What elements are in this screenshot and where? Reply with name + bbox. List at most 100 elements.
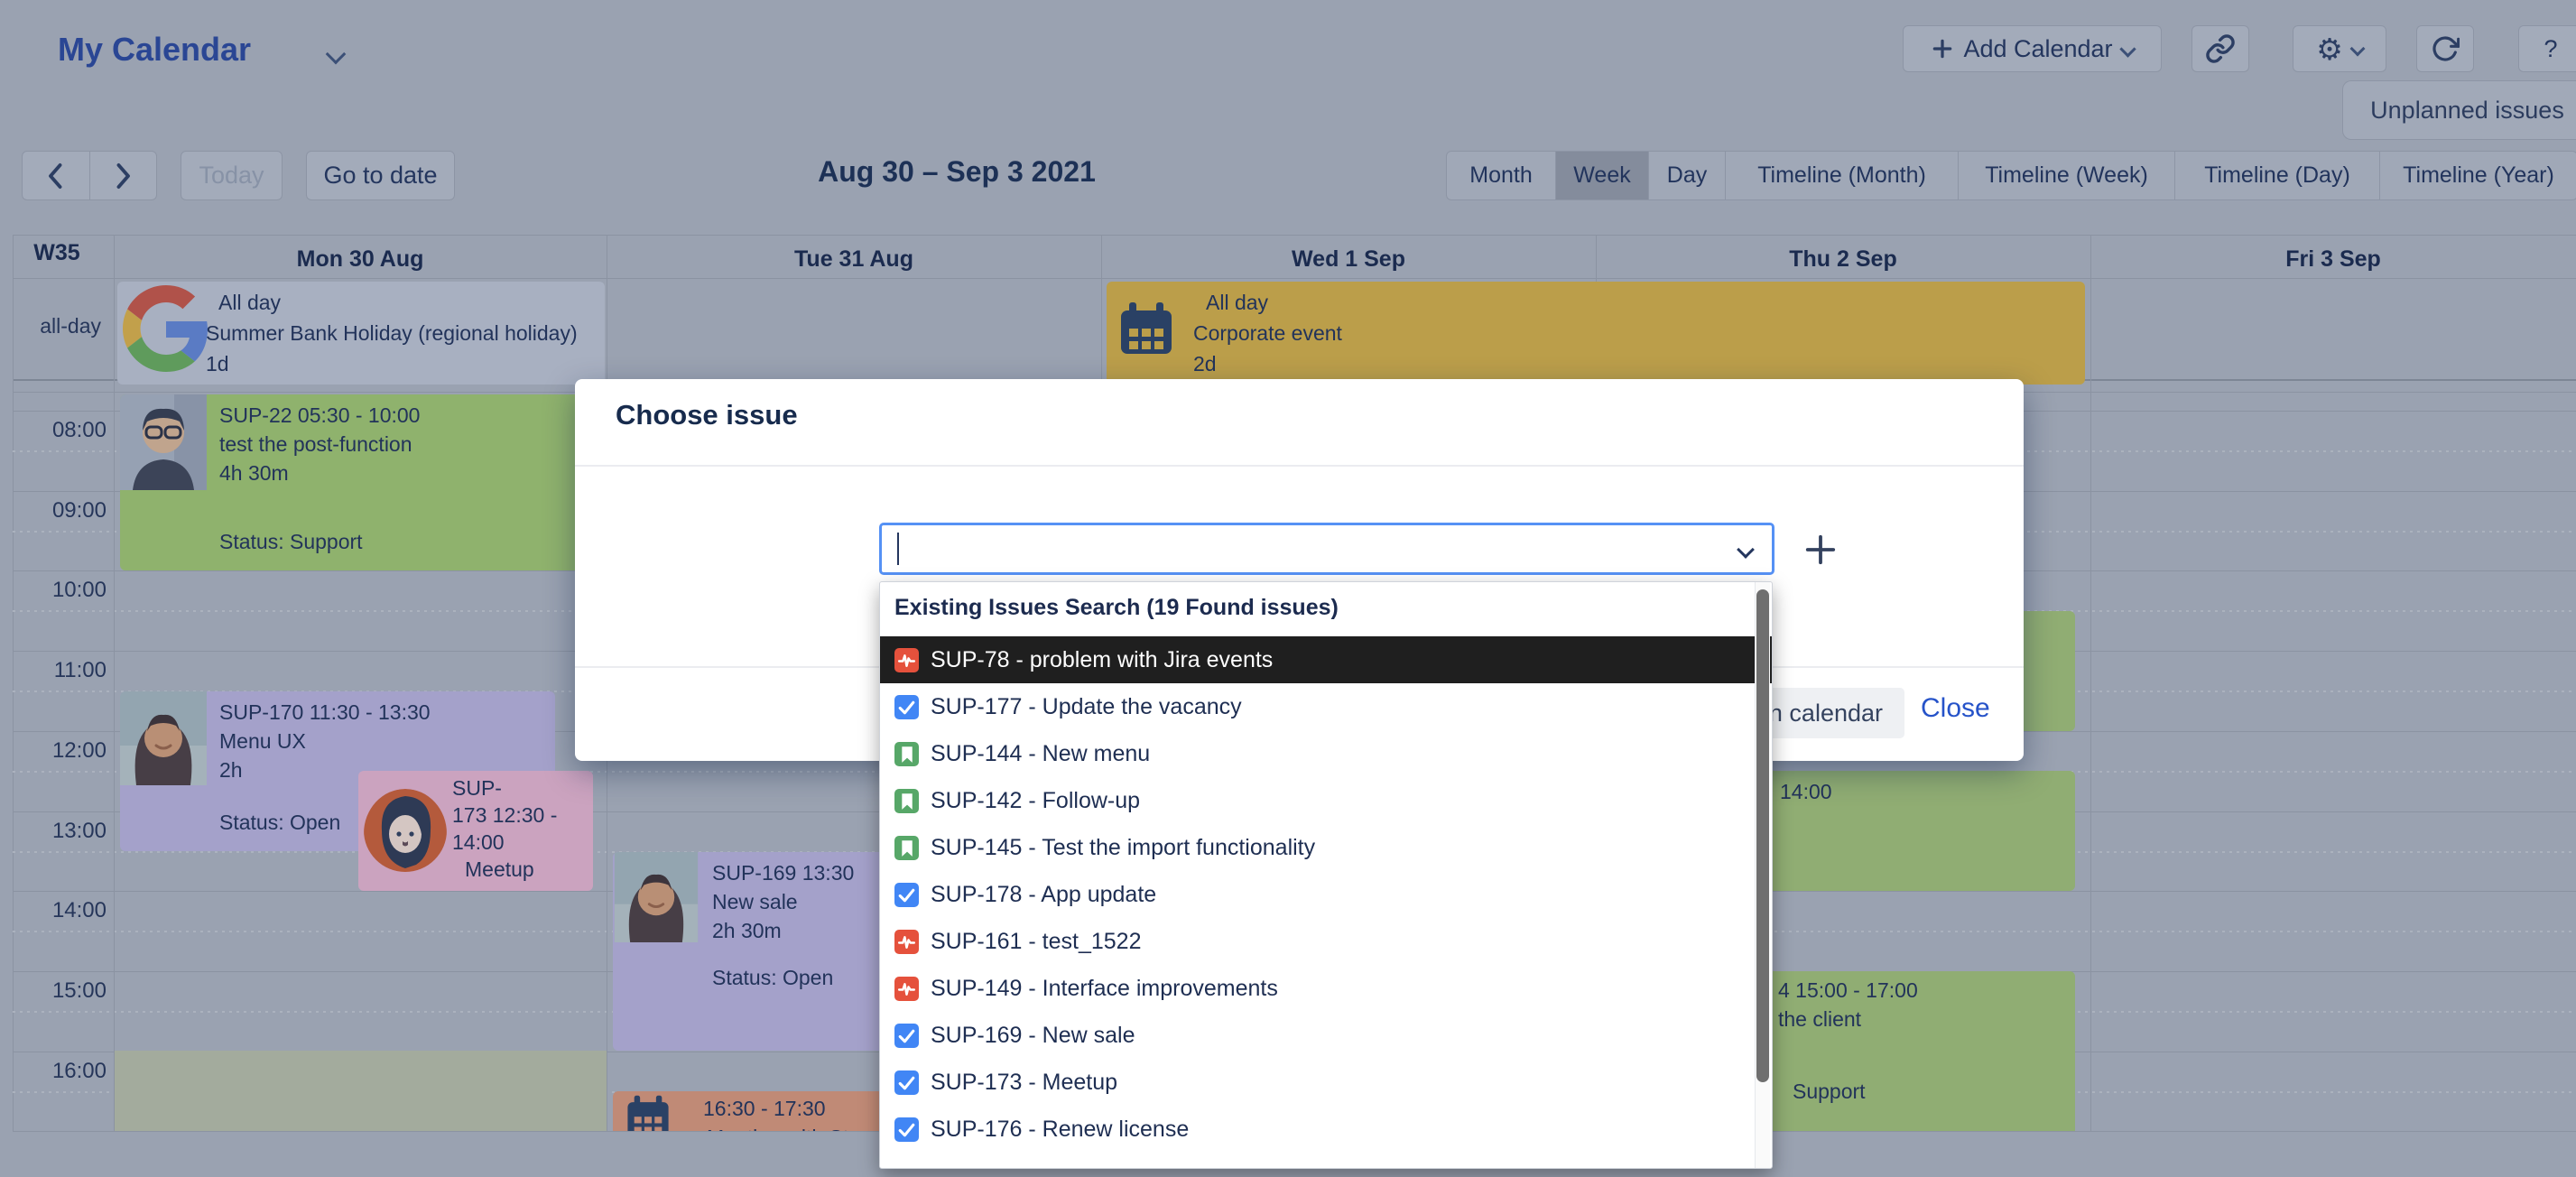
- unplanned-issues-tab[interactable]: Unplanned issues: [2342, 80, 2576, 140]
- event-allday-label: All day: [1206, 289, 1268, 316]
- issue-option-sup-169[interactable]: SUP-169 - New sale: [880, 1012, 1773, 1059]
- task-type-icon: [894, 1024, 919, 1048]
- task-type-icon: [894, 695, 919, 719]
- event-duration: 1d: [206, 350, 229, 377]
- gear-icon: ⚙: [2316, 34, 2343, 64]
- dialog-title: Choose issue: [616, 399, 798, 431]
- avatar-man-photo: [120, 394, 207, 496]
- incident-type-icon: [894, 930, 919, 954]
- story-type-icon: [894, 789, 919, 813]
- issue-option-sup-78[interactable]: SUP-78 - problem with Jira events: [880, 636, 1773, 683]
- add-calendar-button[interactable]: Add Calendar: [1903, 25, 2162, 72]
- time-label: 08:00: [0, 418, 107, 443]
- scrollbar-thumb[interactable]: [1756, 589, 1769, 1082]
- settings-button[interactable]: ⚙: [2293, 25, 2386, 72]
- issue-option-partial[interactable]: [880, 1163, 1773, 1169]
- week-number: W35: [0, 240, 114, 266]
- issue-option-sup-173[interactable]: SUP-173 - Meetup: [880, 1059, 1773, 1106]
- chevron-right-icon: [113, 162, 133, 190]
- add-issue-row-button[interactable]: [1803, 533, 1838, 567]
- next-button[interactable]: [89, 151, 158, 200]
- event-status: Status: Open: [219, 809, 340, 836]
- close-button[interactable]: Close: [1921, 693, 1990, 724]
- my-calendar-app: My Calendar Add Calendar ⚙ ? Unplanned i…: [0, 0, 2576, 1177]
- prev-next-group: [22, 151, 157, 200]
- issue-option-sup-145[interactable]: SUP-145 - Test the import functionality: [880, 824, 1773, 871]
- tab-week[interactable]: Week: [1555, 152, 1648, 199]
- refresh-button[interactable]: [2416, 25, 2474, 72]
- help-icon: ?: [2544, 35, 2557, 63]
- issue-option-label: SUP-144 - New menu: [931, 741, 1150, 767]
- day-header: Tue 31 Aug: [607, 240, 1101, 278]
- time-label: 16:00: [0, 1059, 107, 1084]
- event-time: 4 15:00 - 17:00: [1778, 977, 1918, 1004]
- calendar-icon: [1117, 301, 1175, 364]
- event-time-end: 14:00: [452, 829, 505, 856]
- dropdown-header: Existing Issues Search (19 Found issues): [894, 595, 1339, 621]
- avatar-woman-cartoon: [364, 789, 447, 878]
- issue-option-sup-161[interactable]: SUP-161 - test_1522: [880, 918, 1773, 965]
- day-header: Fri 3 Sep: [2090, 240, 2576, 278]
- incident-type-icon: [894, 648, 919, 672]
- issue-option-sup-149[interactable]: SUP-149 - Interface improvements: [880, 965, 1773, 1012]
- share-link-button[interactable]: [2191, 25, 2249, 72]
- tab-month[interactable]: Month: [1447, 152, 1555, 199]
- grid-top-border: [13, 235, 2576, 236]
- task-type-icon: [894, 883, 919, 907]
- time-label: 09:00: [0, 498, 107, 524]
- event-title: SUP-169 13:30: [712, 859, 854, 886]
- event-duration: 4h 30m: [219, 459, 289, 487]
- issue-option-sup-144[interactable]: SUP-144 - New menu: [880, 730, 1773, 777]
- tab-timeline-month[interactable]: Timeline (Month): [1725, 152, 1958, 199]
- chevron-down-icon: [2119, 41, 2136, 57]
- issue-option-sup-176[interactable]: SUP-176 - Renew license: [880, 1106, 1773, 1153]
- date-range-title: Aug 30 – Sep 3 2021: [722, 155, 1191, 189]
- event-time: 14:00: [1780, 778, 1832, 805]
- story-type-icon: [894, 742, 919, 766]
- event-sup-173[interactable]: SUP- 173 12:30 - 14:00 Meetup: [358, 771, 593, 891]
- issue-option-label: SUP-173 - Meetup: [931, 1070, 1117, 1096]
- tab-timeline-day[interactable]: Timeline (Day): [2174, 152, 2379, 199]
- tab-timeline-year[interactable]: Timeline (Year): [2379, 152, 2576, 199]
- issue-option-sup-142[interactable]: SUP-142 - Follow-up: [880, 777, 1773, 824]
- event-title: Summer Bank Holiday (regional holiday): [206, 320, 578, 347]
- issues-select[interactable]: [879, 523, 1774, 575]
- plus-icon: [1931, 37, 1954, 60]
- event-summer-bank-holiday[interactable]: All day Summer Bank Holiday (regional ho…: [117, 282, 605, 385]
- incident-type-icon: [894, 977, 919, 1001]
- tab-timeline-week[interactable]: Timeline (Week): [1958, 152, 2174, 199]
- column-border: [2090, 235, 2091, 1131]
- time-label: 13:00: [0, 819, 107, 844]
- issue-option-label: SUP-177 - Update the vacancy: [931, 694, 1242, 720]
- issue-option-sup-178[interactable]: SUP-178 - App update: [880, 871, 1773, 918]
- go-to-date-button[interactable]: Go to date: [306, 151, 455, 200]
- calendar-title-chevron-icon[interactable]: [329, 47, 343, 66]
- event-title: SUP-170 11:30 - 13:30: [219, 699, 431, 726]
- select-caret-icon: [1737, 541, 1755, 559]
- task-type-icon: [894, 1117, 919, 1142]
- help-button[interactable]: ?: [2518, 25, 2576, 72]
- time-label: 10:00: [0, 578, 107, 603]
- business-hours-shading: [115, 1051, 607, 1131]
- issue-option-label: SUP-78 - problem with Jira events: [931, 647, 1273, 673]
- allday-row-label: all-day: [0, 314, 101, 338]
- calendar-icon: [622, 1095, 674, 1131]
- issue-option-sup-177[interactable]: SUP-177 - Update the vacancy: [880, 683, 1773, 730]
- header-bottom-border: [13, 278, 2576, 279]
- event-sup-22[interactable]: SUP-22 05:30 - 10:00 test the post-funct…: [120, 394, 603, 570]
- issues-dropdown-list: Existing Issues Search (19 Found issues)…: [879, 581, 1773, 1169]
- event-duration: 2h: [219, 756, 243, 783]
- day-header: Mon 30 Aug: [114, 240, 607, 278]
- event-time: 16:30 - 17:30: [703, 1095, 826, 1122]
- time-label: 15:00: [0, 978, 107, 1004]
- prev-button[interactable]: [22, 151, 89, 200]
- day-header: Wed 1 Sep: [1101, 240, 1596, 278]
- event-corporate[interactable]: All day Corporate event 2d: [1107, 282, 2085, 385]
- tab-day[interactable]: Day: [1648, 152, 1725, 199]
- unplanned-issues-label: Unplanned issues: [2370, 97, 2564, 125]
- today-button[interactable]: Today: [181, 151, 283, 200]
- event-summary: Meetup: [465, 856, 534, 883]
- issue-option-label: SUP-149 - Interface improvements: [931, 976, 1278, 1002]
- link-icon: [2205, 33, 2236, 64]
- column-border: [114, 235, 115, 1131]
